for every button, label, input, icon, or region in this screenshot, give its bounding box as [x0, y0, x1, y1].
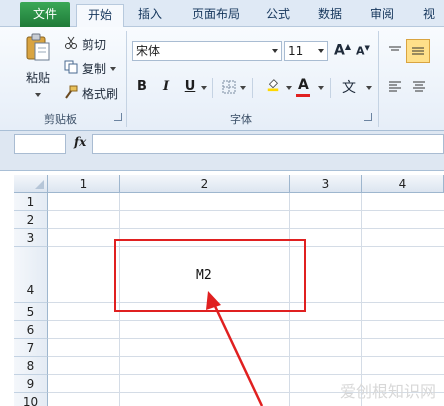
- group-separator: [126, 31, 127, 127]
- copy-icon[interactable]: [64, 60, 78, 74]
- phonetic-guide-icon[interactable]: 文: [342, 77, 356, 97]
- grid-line: [48, 338, 444, 339]
- font-name-select[interactable]: 宋体: [132, 41, 282, 61]
- grid-line: [48, 320, 444, 321]
- row-header[interactable]: 7: [14, 339, 48, 357]
- row-header[interactable]: 8: [14, 357, 48, 375]
- fill-color-icon[interactable]: [266, 78, 280, 92]
- align-top-icon[interactable]: [388, 44, 402, 58]
- paste-button[interactable]: 粘贴: [26, 69, 50, 86]
- borders-icon[interactable]: [222, 80, 236, 94]
- shrink-font-icon[interactable]: A▼: [356, 44, 370, 58]
- font-name-value: 宋体: [136, 44, 161, 58]
- tab-view[interactable]: 视: [414, 4, 444, 27]
- grid-line: [48, 356, 444, 357]
- separator: [252, 78, 253, 98]
- copy-dropdown-arrow[interactable]: [110, 67, 116, 71]
- phonetic-dropdown-arrow[interactable]: [366, 86, 372, 90]
- row-header[interactable]: 10: [14, 393, 48, 406]
- ribbon: 粘贴 剪切 复制 格式刷 剪贴板 宋体 11 A▲ A▼ B I U A 文 字…: [0, 27, 444, 131]
- scissors-icon[interactable]: [64, 36, 78, 50]
- row-header[interactable]: 3: [14, 229, 48, 247]
- select-all-icon: [35, 180, 44, 189]
- chevron-down-icon: [318, 49, 324, 53]
- highlight-box: [114, 239, 306, 312]
- font-color-swatch: [296, 94, 310, 97]
- paste-dropdown-arrow[interactable]: [35, 93, 41, 97]
- formula-input[interactable]: [92, 134, 444, 154]
- font-color-dropdown-arrow[interactable]: [318, 86, 324, 90]
- formula-bar: fx: [0, 131, 444, 171]
- chevron-down-icon: [272, 49, 278, 53]
- align-center-icon[interactable]: [412, 80, 426, 94]
- copy-button[interactable]: 复制: [82, 60, 106, 77]
- tab-data[interactable]: 数据: [310, 4, 350, 27]
- separator: [212, 78, 213, 98]
- cut-button[interactable]: 剪切: [82, 36, 106, 53]
- bold-button[interactable]: B: [134, 78, 150, 96]
- row-header[interactable]: 4: [14, 247, 48, 303]
- borders-dropdown-arrow[interactable]: [240, 86, 246, 90]
- tab-home[interactable]: 开始: [76, 4, 124, 28]
- select-all-button[interactable]: [14, 175, 48, 193]
- font-size-value: 11: [288, 44, 304, 58]
- underline-dropdown-arrow[interactable]: [201, 86, 207, 90]
- align-left-icon[interactable]: [388, 80, 402, 94]
- format-painter-button[interactable]: 格式刷: [82, 85, 118, 102]
- separator: [330, 78, 331, 98]
- row-header[interactable]: 5: [14, 303, 48, 321]
- grid-line: [48, 374, 444, 375]
- tab-formulas[interactable]: 公式: [258, 4, 298, 27]
- italic-button[interactable]: I: [158, 78, 174, 96]
- insert-function-button[interactable]: fx: [74, 135, 92, 153]
- fill-color-dropdown-arrow[interactable]: [286, 86, 292, 90]
- column-header[interactable]: 3: [290, 175, 362, 193]
- column-header[interactable]: 4: [362, 175, 444, 193]
- paste-icon[interactable]: [26, 33, 50, 61]
- watermark: 爱创根知识网: [340, 382, 437, 401]
- font-size-select[interactable]: 11: [284, 41, 328, 61]
- underline-button[interactable]: U: [182, 78, 198, 96]
- font-group-label: 字体: [230, 113, 252, 126]
- tab-insert[interactable]: 插入: [130, 4, 170, 27]
- align-middle-icon: [412, 47, 424, 55]
- clipboard-dialog-launcher[interactable]: [114, 113, 122, 121]
- row-header[interactable]: 6: [14, 321, 48, 339]
- row-header[interactable]: 2: [14, 211, 48, 229]
- row-header[interactable]: 9: [14, 375, 48, 393]
- name-box[interactable]: [14, 134, 66, 154]
- grid-line: [48, 228, 444, 229]
- font-color-icon[interactable]: A: [298, 77, 309, 93]
- tab-page-layout[interactable]: 页面布局: [184, 4, 248, 27]
- grow-font-icon[interactable]: A▲: [334, 42, 351, 59]
- row-header[interactable]: 1: [14, 193, 48, 211]
- clipboard-group-label: 剪贴板: [44, 113, 77, 126]
- format-painter-icon[interactable]: [64, 85, 78, 99]
- grid-line: [48, 210, 444, 211]
- column-header[interactable]: 1: [48, 175, 120, 193]
- ribbon-tab-bar: 文件 开始 插入 页面布局 公式 数据 审阅 视: [0, 0, 444, 28]
- tab-file[interactable]: 文件: [20, 2, 70, 27]
- column-header[interactable]: 2: [120, 175, 290, 193]
- group-separator: [378, 31, 379, 127]
- tab-review[interactable]: 审阅: [362, 4, 402, 27]
- align-middle-button[interactable]: [406, 39, 430, 63]
- font-dialog-launcher[interactable]: [364, 113, 372, 121]
